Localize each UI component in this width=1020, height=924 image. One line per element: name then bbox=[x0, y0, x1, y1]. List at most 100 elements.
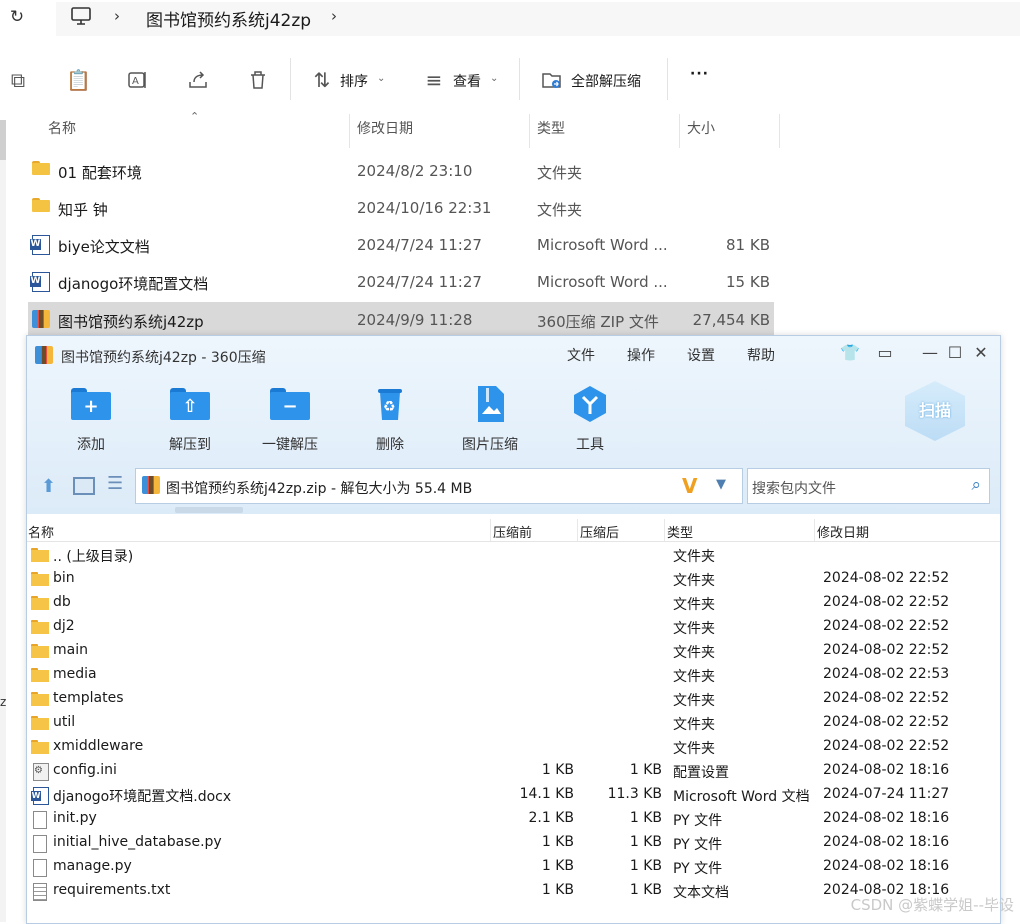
zip-row[interactable]: manage.py 1 KB 1 KB PY 文件 2024-08-02 18:… bbox=[27, 855, 1000, 879]
image-compress-button[interactable]: 图片压缩 bbox=[450, 384, 530, 454]
zip-row[interactable]: init.py 2.1 KB 1 KB PY 文件 2024-08-02 18:… bbox=[27, 807, 1000, 831]
thumbnail-view-icon[interactable] bbox=[73, 477, 95, 495]
zip-row-name: initial_hive_database.py bbox=[53, 834, 222, 850]
zip-row[interactable]: xmiddleware 文件夹 2024-08-02 22:52 bbox=[27, 735, 1000, 759]
maximize-icon[interactable]: ☐ bbox=[945, 343, 965, 362]
column-header-name[interactable]: 名称 bbox=[48, 118, 76, 146]
feedback-icon[interactable]: ▭ bbox=[875, 343, 895, 362]
zip-col-modified[interactable]: 修改日期 bbox=[817, 522, 869, 541]
column-divider[interactable] bbox=[349, 114, 350, 148]
extract-to-button[interactable]: ⇧ 解压到 bbox=[150, 384, 230, 454]
extract-to-label: 解压到 bbox=[169, 437, 211, 453]
file-row[interactable]: djanogo环境配置文档 2024/7/24 11:27 Microsoft … bbox=[28, 264, 774, 300]
column-divider[interactable] bbox=[529, 114, 530, 148]
trash-icon[interactable] bbox=[246, 68, 270, 92]
file-type: 文件夹 bbox=[537, 164, 583, 182]
menu-operation[interactable]: 操作 bbox=[627, 345, 655, 365]
column-divider[interactable] bbox=[779, 114, 780, 148]
zip-col-name[interactable]: 名称 bbox=[28, 522, 54, 541]
skin-icon[interactable]: 👕 bbox=[840, 343, 860, 362]
zip-col-compressed[interactable]: 压缩后 bbox=[580, 522, 619, 541]
minimize-icon[interactable]: — bbox=[920, 343, 940, 362]
file-row-selected[interactable]: 图书馆预约系统j42zp 2024/9/9 11:28 360压缩 ZIP 文件… bbox=[28, 302, 774, 338]
extract-icon[interactable] bbox=[540, 68, 564, 92]
divider bbox=[290, 58, 291, 100]
chevron-down-icon[interactable]: ⌄ bbox=[490, 73, 498, 84]
file-row[interactable]: 01 配套环境 2024/8/2 23:10 文件夹 bbox=[28, 153, 774, 189]
chevron-right-icon[interactable]: › bbox=[114, 7, 120, 25]
column-header-type[interactable]: 类型 bbox=[537, 118, 565, 146]
rename-icon[interactable]: A bbox=[126, 68, 150, 92]
column-divider[interactable] bbox=[577, 519, 578, 541]
tools-button[interactable]: 工具 bbox=[550, 384, 630, 454]
zip-row-type: 文件夹 bbox=[673, 645, 715, 661]
column-header-modified[interactable]: 修改日期 bbox=[357, 118, 413, 146]
zip-row[interactable]: config.ini 1 KB 1 KB 配置设置 2024-08-02 18:… bbox=[27, 759, 1000, 783]
archive-path-bar[interactable]: 图书馆预约系统j42zp.zip - 解包大小为 55.4 MB V ▼ bbox=[135, 468, 743, 504]
share-icon[interactable] bbox=[186, 68, 210, 92]
copy-icon[interactable]: ⧉ bbox=[6, 68, 30, 92]
menu-file[interactable]: 文件 bbox=[567, 345, 595, 365]
nav-scrollbar[interactable] bbox=[0, 120, 6, 160]
zip-row[interactable]: dj2 文件夹 2024-08-02 22:52 bbox=[27, 615, 1000, 639]
file-name: djanogo环境配置文档 bbox=[58, 275, 209, 293]
scroll-indicator bbox=[175, 507, 243, 513]
scan-button[interactable]: 扫描 bbox=[905, 381, 969, 453]
verified-v-icon[interactable]: V bbox=[682, 474, 697, 498]
search-input[interactable]: 搜索包内文件 ⌕ bbox=[747, 468, 990, 504]
zip-row-compressed: 1 KB bbox=[629, 834, 662, 850]
column-divider[interactable] bbox=[490, 519, 491, 541]
zip-row-modified: 2024-08-02 22:52 bbox=[823, 714, 950, 730]
zip-row[interactable]: media 文件夹 2024-08-02 22:53 bbox=[27, 663, 1000, 687]
recycle-bin-icon: ♻ bbox=[370, 384, 410, 424]
list-view-icon[interactable]: ☰ bbox=[107, 473, 123, 494]
computer-icon[interactable] bbox=[70, 5, 92, 27]
one-click-extract-button[interactable]: − 一键解压 bbox=[250, 384, 330, 454]
paste-icon[interactable]: 📋 bbox=[66, 68, 91, 92]
zip-row-name: djanogo环境配置文档.docx bbox=[53, 789, 232, 805]
sort-button[interactable]: 排序 bbox=[340, 71, 368, 91]
file-size: 27,454 KB bbox=[692, 311, 770, 329]
more-options-button[interactable]: ··· bbox=[690, 66, 709, 82]
zip-col-type[interactable]: 类型 bbox=[667, 522, 693, 541]
chevron-down-icon[interactable]: ⌄ bbox=[377, 73, 385, 84]
view-icon[interactable]: ≡ bbox=[422, 68, 446, 92]
zip-row[interactable]: util 文件夹 2024-08-02 22:52 bbox=[27, 711, 1000, 735]
chevron-down-icon[interactable]: ▼ bbox=[716, 477, 726, 492]
zip-row[interactable]: djanogo环境配置文档.docx 14.1 KB 11.3 KB Micro… bbox=[27, 783, 1000, 807]
sort-icon[interactable]: ⇅ bbox=[310, 68, 334, 92]
menu-settings[interactable]: 设置 bbox=[687, 345, 715, 365]
column-divider[interactable] bbox=[664, 519, 665, 541]
zip-row[interactable]: db 文件夹 2024-08-02 22:52 bbox=[27, 591, 1000, 615]
delete-button[interactable]: ♻ 删除 bbox=[350, 384, 430, 454]
zip-row[interactable]: templates 文件夹 2024-08-02 22:52 bbox=[27, 687, 1000, 711]
column-header-size[interactable]: 大小 bbox=[687, 118, 715, 146]
column-divider[interactable] bbox=[679, 114, 680, 148]
refresh-icon[interactable]: ↻ bbox=[6, 6, 28, 28]
file-name: 01 配套环境 bbox=[58, 164, 142, 182]
file-row[interactable]: biye论文文档 2024/7/24 11:27 Microsoft Word … bbox=[28, 227, 774, 263]
zip-row-size: 1 KB bbox=[541, 882, 574, 898]
zip-row-name: dj2 bbox=[53, 618, 75, 634]
view-button[interactable]: 查看 bbox=[453, 71, 481, 91]
zip-col-size[interactable]: 压缩前 bbox=[493, 522, 532, 541]
svg-text:♻: ♻ bbox=[383, 399, 396, 415]
extract-all-button[interactable]: 全部解压缩 bbox=[571, 71, 641, 91]
image-zip-icon bbox=[470, 384, 510, 424]
chevron-right-icon[interactable]: › bbox=[331, 7, 337, 25]
menu-help[interactable]: 帮助 bbox=[747, 345, 775, 365]
up-arrow-icon[interactable]: ⬆ bbox=[41, 476, 56, 497]
zip-row-name: init.py bbox=[53, 810, 97, 826]
zip-row-compressed: 1 KB bbox=[629, 762, 662, 778]
zip-row[interactable]: bin 文件夹 2024-08-02 22:52 bbox=[27, 567, 1000, 591]
close-icon[interactable]: ✕ bbox=[971, 343, 991, 362]
search-icon[interactable]: ⌕ bbox=[971, 475, 981, 495]
breadcrumb[interactable]: 图书馆预约系统j42zp bbox=[146, 6, 311, 31]
zip-row[interactable]: .. (上级目录) 文件夹 bbox=[27, 543, 1000, 567]
zip-row-modified: 2024-07-24 11:27 bbox=[823, 786, 950, 802]
add-button[interactable]: + 添加 bbox=[51, 384, 131, 454]
file-row[interactable]: 知乎 钟 2024/10/16 22:31 文件夹 bbox=[28, 190, 774, 226]
column-divider[interactable] bbox=[814, 519, 815, 541]
zip-row[interactable]: main 文件夹 2024-08-02 22:52 bbox=[27, 639, 1000, 663]
zip-row[interactable]: initial_hive_database.py 1 KB 1 KB PY 文件… bbox=[27, 831, 1000, 855]
